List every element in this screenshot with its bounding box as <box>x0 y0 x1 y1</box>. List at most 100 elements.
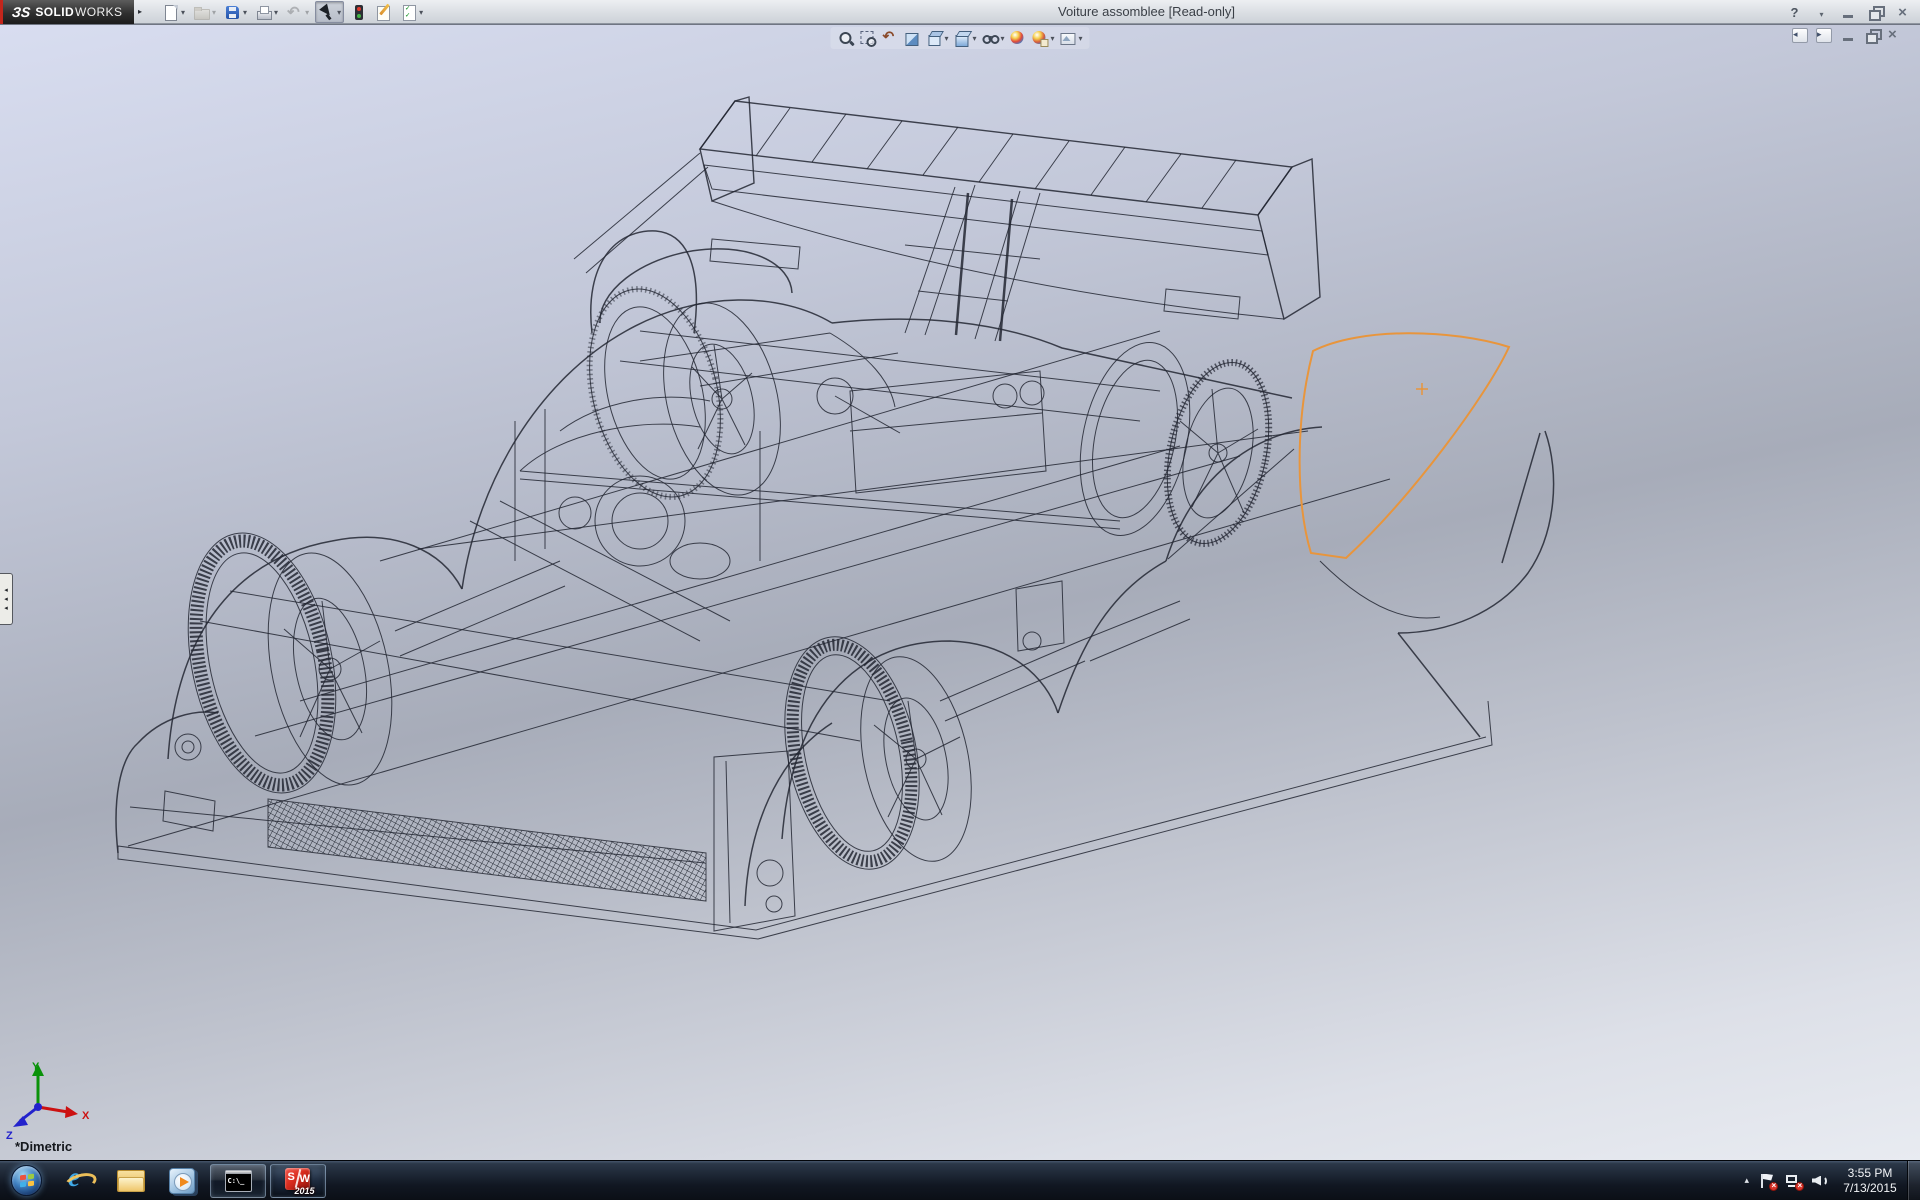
view-orientation-label: *Dimetric <box>15 1139 72 1154</box>
minimize-button[interactable] <box>1840 4 1856 21</box>
dropdown-caret[interactable]: ▾ <box>972 34 976 43</box>
close-icon: × <box>1888 27 1904 44</box>
properties-button[interactable] <box>373 1 394 23</box>
feature-manager-flyout-tab[interactable]: ◂ ◂ ◂ <box>0 573 13 625</box>
toolbar-overflow-arrow[interactable]: ▸ <box>138 7 142 16</box>
select-cursor-icon <box>318 4 335 21</box>
taskbar-apps: C:\_ SW2015 <box>0 1161 328 1200</box>
action-center-icon[interactable] <box>1759 1173 1775 1189</box>
display-style-button[interactable]: ▾ <box>952 28 977 48</box>
expand-panel-right-button[interactable]: ▸ <box>1816 28 1832 43</box>
scene-ball-icon <box>1032 30 1049 47</box>
doc-restore-button[interactable] <box>1864 28 1880 43</box>
section-view-icon <box>903 30 920 47</box>
help-button[interactable]: ? <box>1786 4 1802 21</box>
document-window-controls: ◂ ▸ × <box>1792 28 1904 43</box>
dropdown-caret[interactable]: ▾ <box>243 8 247 17</box>
dropdown-caret[interactable]: ▾ <box>305 8 309 17</box>
volume-icon[interactable] <box>1811 1173 1827 1189</box>
dropdown-caret[interactable]: ▾ <box>1051 34 1055 43</box>
doc-minimize-button[interactable] <box>1840 28 1856 43</box>
ie-icon <box>64 1167 92 1195</box>
minimize-icon <box>1840 4 1857 21</box>
sw-letter: S <box>288 1171 295 1183</box>
undo-button: ▾ <box>284 1 311 23</box>
selected-edge-highlight[interactable] <box>1300 333 1509 558</box>
help-dropdown-caret[interactable]: ▾ <box>1813 4 1829 21</box>
taskbar-internet-explorer-button[interactable] <box>52 1161 104 1200</box>
window-title: Voiture assomblee [Read-only] <box>1058 4 1235 19</box>
section-view-button[interactable] <box>902 28 921 48</box>
close-icon: × <box>1894 5 1911 22</box>
view-orientation-button[interactable]: ▾ <box>924 28 949 48</box>
zoom-to-fit-button[interactable] <box>836 28 855 48</box>
display-style-icon <box>953 30 970 47</box>
restore-button[interactable] <box>1867 4 1883 21</box>
dropdown-caret[interactable]: ▾ <box>1000 34 1004 43</box>
save-floppy-icon <box>224 4 241 21</box>
taskbar-solidworks-button[interactable]: SW2015 <box>270 1164 326 1198</box>
save-button[interactable]: ▾ <box>222 1 249 23</box>
start-button[interactable] <box>0 1161 52 1200</box>
view-cube-icon <box>925 30 942 47</box>
folder-icon <box>116 1169 144 1192</box>
select-button[interactable]: ▾ <box>315 1 344 23</box>
dropdown-caret[interactable]: ▾ <box>212 8 216 17</box>
restore-icon <box>1864 27 1880 44</box>
view-settings-button[interactable]: ▾ <box>1059 28 1084 48</box>
show-desktop-button[interactable] <box>1907 1161 1920 1200</box>
taskbar-clock[interactable]: 3:55 PM 7/13/2015 <box>1837 1166 1903 1196</box>
windows-taskbar: C:\_ SW2015 ▴ 3:55 PM 7/13/2015 <box>0 1160 1920 1200</box>
show-hidden-icons-button[interactable]: ▴ <box>1744 1175 1749 1186</box>
car-wireframe[interactable] <box>0 25 1920 1161</box>
start-orb-icon <box>11 1165 42 1196</box>
dropdown-caret[interactable]: ▾ <box>274 8 278 17</box>
glasses-icon <box>981 30 998 47</box>
sw-icon: SW2015 <box>285 1168 312 1193</box>
dropdown-caret[interactable]: ▾ <box>181 8 185 17</box>
caret-icon: ▾ <box>1813 6 1830 23</box>
doc-close-button[interactable]: × <box>1888 28 1904 43</box>
taskbar-explorer-button[interactable] <box>104 1161 156 1200</box>
zoom-fit-icon <box>837 30 854 47</box>
design-checker-button[interactable]: ▾ <box>398 1 425 23</box>
hide-show-items-button[interactable]: ▾ <box>980 28 1005 48</box>
alert-badge <box>1769 1182 1778 1191</box>
dropdown-caret[interactable]: ▾ <box>419 8 423 17</box>
svg-text:Z: Z <box>6 1130 13 1142</box>
prev-view-icon <box>881 30 898 47</box>
panel-right-icon: ▸ <box>1817 27 1831 44</box>
solidworks-window: ЗS SOLID WORKS ▸ ▾▾▾▾▾▾▾ Voiture assombl… <box>0 0 1920 1200</box>
new-doc-icon <box>162 4 179 21</box>
traffic-light-button[interactable] <box>348 1 369 23</box>
apply-scene-button[interactable]: ▾ <box>1031 28 1056 48</box>
close-button[interactable]: × <box>1894 4 1910 21</box>
dropdown-caret[interactable]: ▾ <box>944 34 948 43</box>
sw-letter: W <box>300 1173 310 1185</box>
graphics-viewport[interactable]: ▾ ▾ ▾ ▾ ▾ ◂ ▸ × ◂ ◂ ◂ Y X Z *Dimetric <box>0 24 1920 1160</box>
traffic-light-icon <box>350 4 367 21</box>
dropdown-caret[interactable]: ▾ <box>337 8 341 17</box>
note-edit-icon <box>375 4 392 21</box>
dropdown-caret[interactable]: ▾ <box>1079 34 1083 43</box>
clock-time: 3:55 PM <box>1837 1166 1903 1181</box>
reference-triad: Y X Z <box>4 1059 114 1149</box>
main-toolbar: ▾ ▾ ▾ ▾ ▾ ▾ ▾ <box>160 1 425 23</box>
new-document-button[interactable]: ▾ <box>160 1 187 23</box>
flyout-arrow-icon: ◂ <box>4 596 8 603</box>
print-button[interactable]: ▾ <box>253 1 280 23</box>
clock-date: 7/13/2015 <box>1837 1181 1903 1196</box>
taskbar-command-prompt-button[interactable]: C:\_ <box>210 1164 266 1198</box>
zoom-area-icon <box>859 30 876 47</box>
cmd-window-text: C:\_ <box>228 1177 245 1185</box>
open-button: ▾ <box>191 1 218 23</box>
taskbar-media-player-button[interactable] <box>156 1161 208 1200</box>
panel-left-icon: ◂ <box>1793 27 1807 44</box>
edit-appearance-button[interactable] <box>1009 28 1028 48</box>
network-status-icon[interactable] <box>1785 1173 1801 1189</box>
collapse-panel-left-button[interactable]: ◂ <box>1792 28 1808 43</box>
previous-view-button[interactable] <box>880 28 899 48</box>
zoom-to-area-button[interactable] <box>858 28 877 48</box>
restore-icon <box>1867 4 1884 21</box>
sw-year-badge: 2015 <box>294 1186 314 1196</box>
